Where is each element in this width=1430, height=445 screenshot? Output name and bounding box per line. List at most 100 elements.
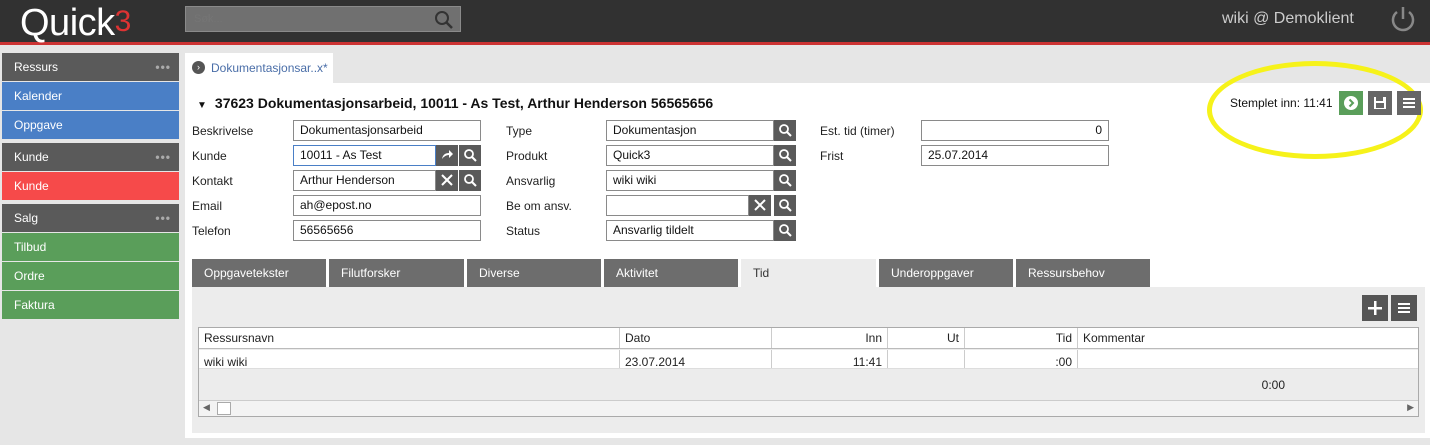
tab-ressursbehov[interactable]: Ressursbehov [1016, 259, 1150, 287]
arrow-icon [442, 150, 453, 159]
sidebar-group-salg[interactable]: Salg ••• [2, 204, 179, 232]
scroll-left-icon[interactable]: ◀ [203, 402, 210, 413]
search-icon [779, 224, 792, 237]
search-status-button[interactable] [774, 220, 796, 241]
clear-be-om-ansv-button[interactable] [749, 195, 771, 216]
search-be-om-ansv-button[interactable] [774, 195, 796, 216]
tab-tid[interactable]: Tid [741, 259, 876, 289]
chevron-right-icon[interactable]: › [192, 61, 205, 74]
column-header-tid[interactable]: Tid [965, 328, 1078, 348]
top-bar: Quick3 wiki @ Demoklient [0, 0, 1430, 45]
beskrivelse-label: Beskrivelse [192, 124, 254, 138]
goto-kunde-button[interactable] [436, 145, 458, 166]
column-header-inn[interactable]: Inn [772, 328, 888, 348]
search-box[interactable] [185, 6, 461, 32]
cell-dato[interactable]: 23.07.2014 [620, 350, 772, 368]
cell-ressursnavn[interactable]: wiki wiki [199, 350, 620, 368]
be-om-ansv-label: Be om ansv. [506, 199, 572, 213]
more-icon[interactable]: ••• [155, 204, 171, 232]
column-header-kommentar[interactable]: Kommentar [1078, 328, 1418, 348]
main-panel: › Dokumentasjonsar..x* ▼ 37623 Dokumentas… [185, 53, 1430, 438]
close-icon [754, 199, 766, 211]
produkt-label: Produkt [506, 149, 548, 163]
ansvarlig-label: Ansvarlig [506, 174, 556, 188]
menu-button[interactable] [1397, 91, 1421, 115]
tab-filutforsker[interactable]: Filutforsker [329, 259, 464, 287]
tab-underoppgaver[interactable]: Underoppgaver [879, 259, 1013, 287]
clear-kontakt-button[interactable] [436, 170, 458, 191]
column-header-ut[interactable]: Ut [888, 328, 965, 348]
sidebar-item-kunde[interactable]: Kunde [2, 172, 179, 200]
status-field[interactable]: Ansvarlig tildelt [606, 220, 774, 241]
user-label[interactable]: wiki @ Demoklient [1222, 10, 1354, 28]
cell-inn[interactable]: 11:41 [772, 350, 888, 368]
frist-label: Frist [820, 149, 844, 163]
collapse-icon[interactable]: ▼ [197, 100, 207, 111]
sidebar-group-kunde[interactable]: Kunde ••• [2, 143, 179, 171]
record-title: ▼ 37623 Dokumentasjonsarbeid, 10011 - As … [197, 95, 713, 111]
stamp-status: Stemplet inn: 11:41 [1230, 96, 1333, 110]
horizontal-scrollbar[interactable]: ◀ ▶ [199, 400, 1418, 416]
est-tid-field[interactable]: 0 [921, 120, 1109, 141]
stamp-out-button[interactable] [1339, 91, 1363, 115]
document-tab-label: Dokumentasjonsar..x* [211, 61, 328, 75]
sidebar: Ressurs ••• Kalender Oppgave Kunde ••• Kun… [2, 53, 179, 320]
more-icon[interactable]: ••• [155, 53, 171, 81]
tab-diverse[interactable]: Diverse [467, 259, 601, 287]
tid-grid: Ressursnavn Dato Inn Ut Tid Kommentar wi… [198, 327, 1419, 417]
type-field[interactable]: Dokumentasjon [606, 120, 774, 141]
sum-tid: 0:00 [1261, 378, 1285, 392]
scroll-right-icon[interactable]: ▶ [1407, 402, 1414, 413]
be-om-ansv-field[interactable] [606, 195, 749, 216]
search-kontakt-button[interactable] [459, 170, 481, 191]
sidebar-group-ressurs[interactable]: Ressurs ••• [2, 53, 179, 81]
tab-oppgavetekster[interactable]: Oppgavetekster [192, 259, 326, 287]
email-field[interactable]: ah@epost.no [293, 195, 481, 216]
record-title-text: 37623 Dokumentasjonsarbeid, 10011 - As T… [214, 95, 714, 111]
produkt-field[interactable]: Quick3 [606, 145, 774, 166]
cell-ut[interactable] [888, 350, 965, 368]
kunde-label: Kunde [192, 149, 227, 163]
search-type-button[interactable] [774, 120, 796, 141]
tab-aktivitet[interactable]: Aktivitet [604, 259, 738, 287]
tid-panel: Ressursnavn Dato Inn Ut Tid Kommentar wi… [192, 287, 1425, 433]
more-icon[interactable]: ••• [155, 143, 171, 171]
cell-tid[interactable]: :00 [965, 350, 1078, 368]
close-icon [441, 174, 453, 186]
cell-kommentar[interactable] [1078, 350, 1418, 368]
grid-menu-button[interactable] [1391, 295, 1417, 321]
sidebar-item-tilbud[interactable]: Tilbud [2, 233, 179, 261]
app-logo[interactable]: Quick3 [20, 2, 131, 45]
scroll-thumb[interactable] [217, 402, 231, 415]
document-tab[interactable]: › Dokumentasjonsar..x* [185, 53, 333, 83]
telefon-field[interactable]: 56565656 [293, 220, 481, 241]
ansvarlig-field[interactable]: wiki wiki [606, 170, 774, 191]
frist-field[interactable]: 25.07.2014 [921, 145, 1109, 166]
hamburger-icon [1398, 303, 1410, 313]
search-kunde-button[interactable] [459, 145, 481, 166]
sidebar-item-faktura[interactable]: Faktura [2, 291, 179, 319]
beskrivelse-field[interactable]: Dokumentasjonsarbeid [293, 120, 481, 141]
search-icon [779, 124, 792, 137]
search-icon [779, 199, 792, 212]
search-input[interactable] [186, 7, 426, 31]
save-button[interactable] [1368, 91, 1392, 115]
search-ansvarlig-button[interactable] [774, 170, 796, 191]
table-row[interactable]: wiki wiki 23.07.2014 11:41 :00 [199, 350, 1418, 369]
power-icon[interactable] [1388, 4, 1418, 37]
sidebar-item-kalender[interactable]: Kalender [2, 82, 179, 110]
add-button[interactable] [1362, 295, 1388, 321]
sidebar-item-ordre[interactable]: Ordre [2, 262, 179, 290]
kunde-field[interactable]: 10011 - As Test [293, 145, 436, 166]
sidebar-item-oppgave[interactable]: Oppgave [2, 111, 179, 139]
column-header-dato[interactable]: Dato [620, 328, 772, 348]
search-icon [464, 174, 477, 187]
column-header-ressursnavn[interactable]: Ressursnavn [199, 328, 620, 348]
hamburger-icon [1403, 98, 1415, 108]
telefon-label: Telefon [192, 224, 231, 238]
status-label: Status [506, 224, 541, 238]
search-icon[interactable] [434, 10, 454, 33]
search-produkt-button[interactable] [774, 145, 796, 166]
kontakt-field[interactable]: Arthur Henderson [293, 170, 436, 191]
search-icon [779, 174, 792, 187]
